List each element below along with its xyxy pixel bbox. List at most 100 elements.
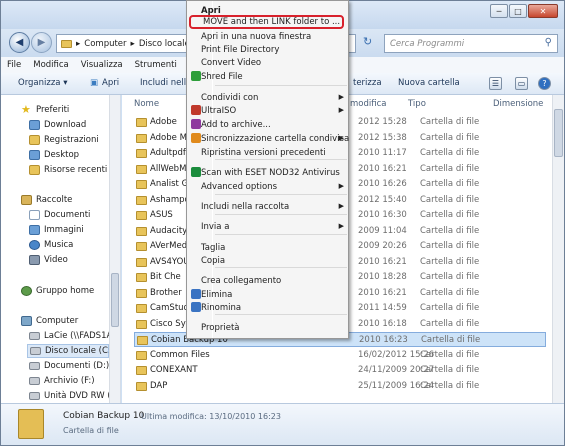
- menu-file[interactable]: File: [7, 60, 21, 70]
- nav-drive-f[interactable]: Archivio (F:): [29, 374, 95, 388]
- folder-icon: [136, 149, 147, 158]
- context-menu-item[interactable]: Apri in una nuova finestra: [201, 30, 346, 43]
- context-menu-item[interactable]: Proprietà: [201, 321, 346, 334]
- file-scrollbar[interactable]: [552, 95, 564, 403]
- nav-drive-label: Archivio (F:): [44, 376, 95, 386]
- context-menu-item[interactable]: Taglia: [201, 241, 346, 254]
- menu-view[interactable]: Visualizza: [81, 60, 123, 70]
- context-menu-item[interactable]: Invia a ▶: [201, 220, 346, 233]
- share-button[interactable]: terizza: [353, 78, 382, 88]
- file-name: Adultpdf: [150, 148, 186, 158]
- folder-icon: [136, 319, 147, 329]
- navigation-pane: ★ Preferiti Download Registrazioni Deskto…: [1, 95, 121, 403]
- nav-video[interactable]: Video: [29, 253, 68, 267]
- drive-icon: [29, 362, 40, 370]
- column-size[interactable]: Dimensione: [493, 99, 543, 109]
- back-button[interactable]: ◀: [9, 32, 30, 53]
- new-folder-button[interactable]: Nuova cartella: [398, 78, 460, 88]
- nav-documents[interactable]: Documenti: [29, 208, 90, 222]
- network-drive-icon: [29, 332, 40, 340]
- nav-pictures[interactable]: Immagini: [29, 223, 84, 237]
- file-name: ASUS: [150, 210, 173, 220]
- nav-drive-lacie[interactable]: LaCie (\\FADS1A: [29, 329, 112, 343]
- nav-scrollbar[interactable]: [109, 95, 120, 403]
- file-date: 2009 20:26: [358, 241, 407, 251]
- include-in-library-button[interactable]: Includi nella: [140, 78, 191, 88]
- menu-tools[interactable]: Strumenti: [135, 60, 177, 70]
- library-icon: [21, 195, 32, 205]
- address-segment-computer[interactable]: Computer: [84, 39, 126, 49]
- nav-computer[interactable]: Computer: [21, 314, 78, 328]
- column-name[interactable]: Nome: [134, 99, 159, 109]
- scrollbar-thumb[interactable]: [111, 273, 119, 327]
- context-menu-item[interactable]: Copia: [201, 254, 346, 267]
- context-menu-item[interactable]: Ripristina versioni precedenti: [201, 146, 346, 159]
- file-name: Brother: [150, 287, 182, 298]
- context-menu-item[interactable]: Shred File: [191, 70, 346, 83]
- nav-documents-label: Documenti: [44, 210, 91, 220]
- nav-favorites[interactable]: ★ Preferiti: [21, 103, 69, 117]
- maximize-button[interactable]: □: [509, 4, 527, 18]
- context-menu-item[interactable]: Add to archive...: [191, 118, 346, 131]
- context-menu-item[interactable]: Elimina: [191, 288, 346, 301]
- context-menu-item[interactable]: MOVE and then LINK folder to ...: [189, 15, 344, 29]
- nav-libraries[interactable]: Raccolte: [21, 193, 72, 207]
- folder-icon: [136, 257, 147, 267]
- context-menu-item[interactable]: Crea collegamento: [201, 274, 346, 287]
- chevron-right-icon: ▶: [338, 134, 344, 142]
- table-row[interactable]: Common Files 16/02/2012 15:26 Cartella di …: [134, 348, 546, 363]
- folder-icon: [29, 135, 40, 145]
- context-menu-item[interactable]: Condividi con ▶: [201, 91, 346, 104]
- forward-button[interactable]: ▶: [31, 32, 52, 53]
- nav-recordings[interactable]: Registrazioni: [29, 133, 99, 147]
- close-button[interactable]: ✕: [528, 4, 558, 18]
- nav-drive-d[interactable]: Documenti (D:): [29, 359, 109, 373]
- column-type[interactable]: Tipo: [408, 99, 426, 109]
- open-icon: ▣: [90, 78, 99, 88]
- view-options-icon[interactable]: ☰: [489, 77, 502, 90]
- context-menu-item[interactable]: Print File Directory: [201, 43, 346, 56]
- menu-item-label: UltraISO: [201, 105, 237, 116]
- scrollbar-thumb[interactable]: [554, 109, 563, 157]
- folder-icon: [61, 39, 72, 48]
- maximize-icon: □: [514, 6, 522, 16]
- context-menu-item[interactable]: UltraISO ▶: [191, 104, 346, 117]
- table-row[interactable]: CONEXANT 24/11/2009 20:27 Cartella di file: [134, 363, 546, 378]
- open-button[interactable]: Apri: [102, 78, 119, 88]
- file-name: AVerMedi: [150, 241, 190, 251]
- file-name: Common Files: [150, 349, 210, 360]
- context-menu-item[interactable]: Convert Video: [201, 56, 346, 69]
- context-menu-item[interactable]: Scan with ESET NOD32 Antivirus: [191, 166, 346, 179]
- context-menu-item[interactable]: Advanced options ▶: [201, 180, 346, 193]
- context-menu-item[interactable]: Rinomina: [191, 301, 346, 314]
- context-menu-item[interactable]: Sincronizzazione cartella condivisa ▶: [191, 132, 349, 145]
- nav-drive-g[interactable]: Unità DVD RW (G: [29, 389, 117, 403]
- folder-icon: [136, 288, 147, 298]
- nav-desktop[interactable]: Desktop: [29, 148, 79, 162]
- window-controls: ─ □ ✕: [490, 4, 558, 18]
- nav-drive-c[interactable]: Disco locale (C:): [27, 344, 114, 358]
- minimize-button[interactable]: ─: [490, 4, 508, 18]
- nav-music[interactable]: Musica: [29, 238, 73, 252]
- preview-pane-icon[interactable]: ▭: [515, 77, 528, 90]
- menu-edit[interactable]: Modifica: [33, 60, 69, 70]
- nav-homegroup[interactable]: Gruppo home: [21, 284, 94, 298]
- nav-recordings-label: Registrazioni: [44, 135, 99, 145]
- search-input[interactable]: Cerca Programmi ⚲: [384, 34, 558, 53]
- back-arrow-icon: ◀: [15, 37, 24, 48]
- address-segment-drive[interactable]: Disco locale: [139, 39, 190, 49]
- organize-button[interactable]: Organizza ▾: [18, 78, 68, 88]
- search-icon[interactable]: ⚲: [545, 37, 552, 48]
- help-icon[interactable]: ?: [538, 77, 551, 90]
- file-type: Cartella di file: [420, 380, 480, 391]
- context-menu-item[interactable]: Includi nella raccolta ▶: [201, 200, 346, 213]
- file-type: Cartella di file: [420, 148, 480, 158]
- nav-download[interactable]: Download: [29, 118, 86, 132]
- folder-icon: [136, 366, 147, 375]
- nav-recent[interactable]: Risorse recenti: [29, 163, 107, 177]
- table-row[interactable]: DAP 25/11/2009 16:24 Cartella di file: [134, 379, 546, 394]
- menu-item-label: Includi nella raccolta: [201, 201, 290, 212]
- details-type: Cartella di file: [63, 426, 119, 435]
- refresh-icon[interactable]: ↻: [363, 35, 372, 48]
- column-modified[interactable]: modifica: [350, 99, 386, 109]
